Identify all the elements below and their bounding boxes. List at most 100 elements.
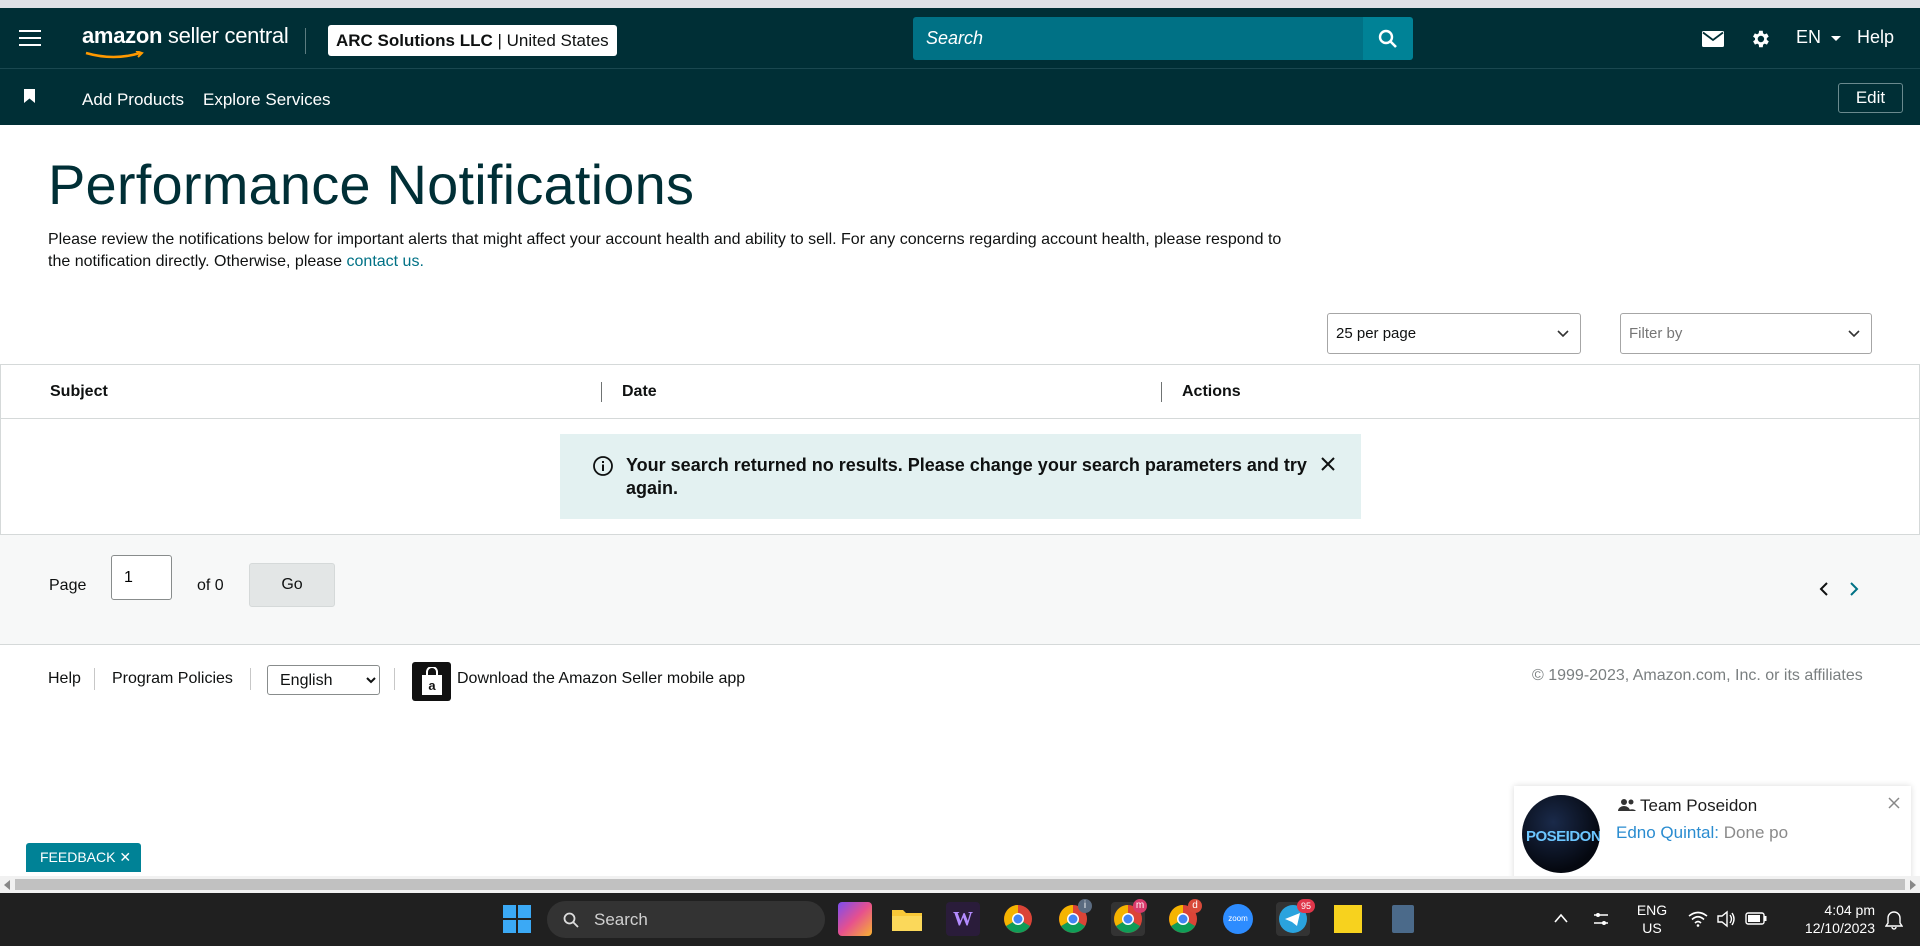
copilot-icon[interactable] xyxy=(838,902,872,936)
chevron-down-icon xyxy=(1557,330,1569,338)
filter-by-placeholder: Filter by xyxy=(1629,325,1683,342)
scrollbar-thumb[interactable] xyxy=(15,879,1905,890)
chat-sender: Edno Quintal xyxy=(1616,823,1715,842)
language-selector[interactable]: EN xyxy=(1796,27,1842,48)
search-input[interactable]: Search xyxy=(913,17,1363,60)
chat-notification[interactable]: POSEIDON Team Poseidon Edno Quintal: Don… xyxy=(1514,786,1911,883)
chat-team-name: Team Poseidon xyxy=(1640,796,1758,815)
notifications-table: Subject Date Actions Your search returne… xyxy=(0,364,1920,535)
svg-text:a: a xyxy=(428,678,436,693)
clock[interactable]: 4:04 pm 12/10/2023 xyxy=(1785,901,1875,937)
sub-nav: Add Products Explore Services Edit xyxy=(0,69,1920,125)
clock-date: 12/10/2023 xyxy=(1804,920,1875,936)
chrome-badge: i xyxy=(1078,899,1092,913)
copyright-text: © 1999-2023, Amazon.com, Inc. or its aff… xyxy=(1532,667,1863,684)
footer-language-select[interactable]: English xyxy=(267,665,380,695)
account-region: | United States xyxy=(492,31,609,50)
clock-time: 4:04 pm xyxy=(1824,902,1875,918)
download-app-link[interactable]: Download the Amazon Seller mobile app xyxy=(457,670,745,688)
volume-icon[interactable] xyxy=(1716,910,1736,928)
account-switcher[interactable]: ARC Solutions LLC | United States xyxy=(328,25,617,56)
page-intro: Please review the notifications below fo… xyxy=(48,229,1288,273)
no-results-alert: Your search returned no results. Please … xyxy=(560,434,1361,519)
per-page-select[interactable]: 25 per page xyxy=(1327,313,1581,354)
chevron-down-icon xyxy=(1848,330,1860,338)
bookmark-icon[interactable] xyxy=(24,89,35,103)
prev-page-icon[interactable] xyxy=(1818,581,1830,597)
windows-start-icon[interactable] xyxy=(500,902,534,936)
footer-help-link[interactable]: Help xyxy=(48,670,81,688)
chevron-down-icon xyxy=(1831,36,1842,41)
team-avatar: POSEIDON xyxy=(1522,795,1600,873)
sticky-note-shape xyxy=(1334,905,1362,933)
footer-separator xyxy=(94,668,95,690)
app-w-icon[interactable]: W xyxy=(946,902,980,936)
column-date[interactable]: Date xyxy=(622,383,657,401)
gear-icon[interactable] xyxy=(1749,28,1771,50)
contact-us-link[interactable]: contact us. xyxy=(347,253,424,270)
lang-top: ENG xyxy=(1636,902,1668,918)
avatar-text: POSEIDON xyxy=(1526,828,1600,845)
chrome-badge: d xyxy=(1188,899,1202,913)
lang-bottom: US xyxy=(1642,920,1662,936)
feedback-button[interactable]: FEEDBACK ✕ xyxy=(26,843,141,872)
pen-settings-icon[interactable] xyxy=(1592,910,1610,928)
taskbar-search[interactable]: Search xyxy=(547,901,825,938)
footer-separator xyxy=(394,668,395,690)
chat-text: Done po xyxy=(1719,823,1789,842)
zoom-icon[interactable]: zoom xyxy=(1221,902,1255,936)
browser-top-strip xyxy=(0,0,1920,8)
file-explorer-icon[interactable] xyxy=(890,902,924,936)
wifi-icon[interactable] xyxy=(1688,911,1708,927)
footer-program-policies-link[interactable]: Program Policies xyxy=(112,670,233,688)
close-icon[interactable] xyxy=(1887,796,1901,810)
seller-app-icon[interactable]: a xyxy=(412,662,451,701)
column-divider xyxy=(1161,382,1162,402)
subnav-explore-services[interactable]: Explore Services xyxy=(203,90,331,110)
next-page-icon[interactable] xyxy=(1848,581,1860,597)
scroll-left-icon[interactable] xyxy=(4,880,10,890)
column-divider xyxy=(601,382,602,402)
logo-amazon: amazon xyxy=(82,23,163,48)
chevron-up-icon[interactable] xyxy=(1554,913,1568,923)
menu-icon[interactable] xyxy=(19,30,41,46)
notification-bell-icon[interactable] xyxy=(1885,910,1903,930)
calculator-icon[interactable] xyxy=(1386,902,1420,936)
horizontal-scrollbar[interactable] xyxy=(0,876,1920,893)
page-count: of 0 xyxy=(197,577,224,594)
seller-central-logo[interactable]: amazon seller central xyxy=(82,23,289,59)
taskbar-search-label: Search xyxy=(594,910,648,929)
help-link[interactable]: Help xyxy=(1857,27,1894,48)
scroll-right-icon[interactable] xyxy=(1910,880,1916,890)
edit-button[interactable]: Edit xyxy=(1838,83,1903,113)
folder-icon xyxy=(892,910,922,931)
chrome-logo-icon xyxy=(1004,905,1032,933)
amazon-smile-icon xyxy=(85,51,144,59)
group-icon xyxy=(1618,799,1636,811)
telegram-badge: 95 xyxy=(1297,899,1315,913)
logo-seller-central: seller central xyxy=(162,23,289,48)
top-nav: amazon seller central ARC Solutions LLC … xyxy=(0,8,1920,69)
filter-by-select[interactable]: Filter by xyxy=(1620,313,1872,354)
go-button[interactable]: Go xyxy=(249,563,335,607)
calculator-shape xyxy=(1392,905,1414,933)
chrome-icon[interactable] xyxy=(1001,902,1035,936)
search-icon xyxy=(1378,29,1397,48)
battery-icon[interactable] xyxy=(1745,912,1767,925)
w-glyph: W xyxy=(953,907,973,930)
page-title: Performance Notifications xyxy=(48,153,695,216)
page-number-input[interactable] xyxy=(111,555,172,600)
keyboard-language[interactable]: ENG US xyxy=(1632,901,1672,937)
table-header: Subject Date Actions xyxy=(1,365,1919,419)
footer-separator xyxy=(250,668,251,690)
column-subject[interactable]: Subject xyxy=(50,383,108,401)
subnav-add-products[interactable]: Add Products xyxy=(82,90,184,110)
zoom-glyph: zoom xyxy=(1223,904,1253,934)
sticky-notes-icon[interactable] xyxy=(1331,902,1365,936)
mail-icon[interactable] xyxy=(1702,31,1724,47)
page-label: Page xyxy=(49,577,87,594)
search-button[interactable] xyxy=(1363,17,1413,60)
account-name: ARC Solutions LLC xyxy=(336,31,493,50)
close-icon[interactable] xyxy=(1320,456,1336,472)
windows-logo-icon xyxy=(503,905,531,933)
